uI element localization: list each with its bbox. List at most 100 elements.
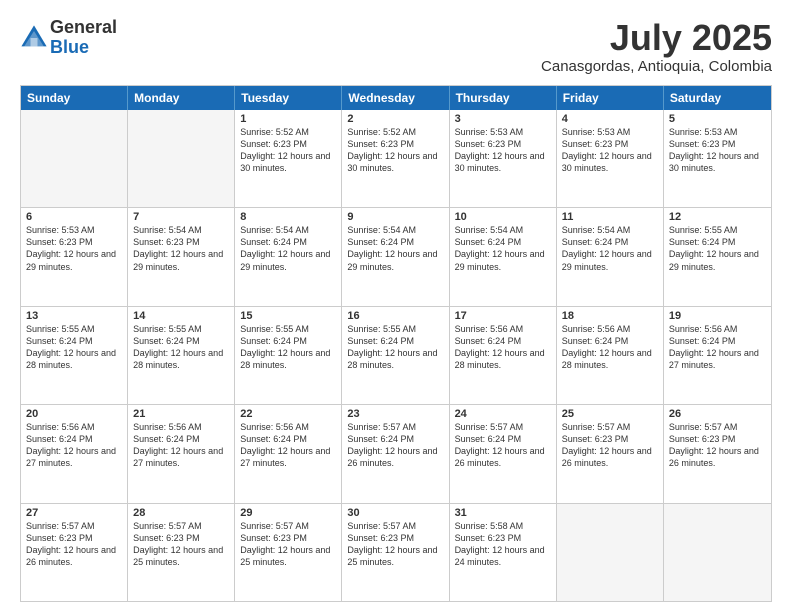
day-number: 2 [347,113,443,125]
calendar-cell-27: 27Sunrise: 5:57 AM Sunset: 6:23 PM Dayli… [21,504,128,601]
cell-info: Sunrise: 5:54 AM Sunset: 6:24 PM Dayligh… [240,224,336,273]
cell-info: Sunrise: 5:58 AM Sunset: 6:23 PM Dayligh… [455,520,551,569]
calendar-cell-21: 21Sunrise: 5:56 AM Sunset: 6:24 PM Dayli… [128,405,235,502]
header: General Blue July 2025 Canasgordas, Anti… [20,18,772,75]
day-number: 26 [669,408,766,420]
calendar-week-4: 20Sunrise: 5:56 AM Sunset: 6:24 PM Dayli… [21,405,771,503]
calendar-cell-10: 10Sunrise: 5:54 AM Sunset: 6:24 PM Dayli… [450,208,557,305]
calendar-cell-20: 20Sunrise: 5:56 AM Sunset: 6:24 PM Dayli… [21,405,128,502]
cell-info: Sunrise: 5:57 AM Sunset: 6:23 PM Dayligh… [347,520,443,569]
logo-text: General Blue [50,18,117,58]
day-number: 12 [669,211,766,223]
day-number: 11 [562,211,658,223]
day-number: 19 [669,310,766,322]
cell-info: Sunrise: 5:53 AM Sunset: 6:23 PM Dayligh… [562,126,658,175]
calendar-cell-17: 17Sunrise: 5:56 AM Sunset: 6:24 PM Dayli… [450,307,557,404]
day-number: 9 [347,211,443,223]
cell-info: Sunrise: 5:57 AM Sunset: 6:24 PM Dayligh… [455,421,551,470]
cell-info: Sunrise: 5:53 AM Sunset: 6:23 PM Dayligh… [455,126,551,175]
cell-info: Sunrise: 5:54 AM Sunset: 6:23 PM Dayligh… [133,224,229,273]
cell-info: Sunrise: 5:57 AM Sunset: 6:23 PM Dayligh… [133,520,229,569]
calendar-header-row: SundayMondayTuesdayWednesdayThursdayFrid… [21,86,771,110]
logo-blue-text: Blue [50,38,117,58]
day-number: 3 [455,113,551,125]
calendar-cell-14: 14Sunrise: 5:55 AM Sunset: 6:24 PM Dayli… [128,307,235,404]
calendar-cell-22: 22Sunrise: 5:56 AM Sunset: 6:24 PM Dayli… [235,405,342,502]
calendar-cell-29: 29Sunrise: 5:57 AM Sunset: 6:23 PM Dayli… [235,504,342,601]
cell-info: Sunrise: 5:54 AM Sunset: 6:24 PM Dayligh… [562,224,658,273]
cell-info: Sunrise: 5:55 AM Sunset: 6:24 PM Dayligh… [26,323,122,372]
calendar-header-wednesday: Wednesday [342,86,449,110]
cell-info: Sunrise: 5:56 AM Sunset: 6:24 PM Dayligh… [240,421,336,470]
cell-info: Sunrise: 5:57 AM Sunset: 6:24 PM Dayligh… [347,421,443,470]
cell-info: Sunrise: 5:56 AM Sunset: 6:24 PM Dayligh… [669,323,766,372]
cell-info: Sunrise: 5:52 AM Sunset: 6:23 PM Dayligh… [347,126,443,175]
cell-info: Sunrise: 5:57 AM Sunset: 6:23 PM Dayligh… [240,520,336,569]
cell-info: Sunrise: 5:56 AM Sunset: 6:24 PM Dayligh… [455,323,551,372]
calendar-week-5: 27Sunrise: 5:57 AM Sunset: 6:23 PM Dayli… [21,504,771,601]
cell-info: Sunrise: 5:56 AM Sunset: 6:24 PM Dayligh… [133,421,229,470]
calendar: SundayMondayTuesdayWednesdayThursdayFrid… [20,85,772,602]
day-number: 5 [669,113,766,125]
cell-info: Sunrise: 5:56 AM Sunset: 6:24 PM Dayligh… [562,323,658,372]
cell-info: Sunrise: 5:53 AM Sunset: 6:23 PM Dayligh… [669,126,766,175]
calendar-cell-25: 25Sunrise: 5:57 AM Sunset: 6:23 PM Dayli… [557,405,664,502]
calendar-cell-1: 1Sunrise: 5:52 AM Sunset: 6:23 PM Daylig… [235,110,342,207]
calendar-header-saturday: Saturday [664,86,771,110]
calendar-week-2: 6Sunrise: 5:53 AM Sunset: 6:23 PM Daylig… [21,208,771,306]
calendar-cell-8: 8Sunrise: 5:54 AM Sunset: 6:24 PM Daylig… [235,208,342,305]
cell-info: Sunrise: 5:57 AM Sunset: 6:23 PM Dayligh… [26,520,122,569]
day-number: 30 [347,507,443,519]
calendar-cell-empty-4-5 [557,504,664,601]
calendar-header-monday: Monday [128,86,235,110]
day-number: 25 [562,408,658,420]
day-number: 7 [133,211,229,223]
logo: General Blue [20,18,117,58]
day-number: 6 [26,211,122,223]
day-number: 18 [562,310,658,322]
calendar-cell-12: 12Sunrise: 5:55 AM Sunset: 6:24 PM Dayli… [664,208,771,305]
calendar-cell-16: 16Sunrise: 5:55 AM Sunset: 6:24 PM Dayli… [342,307,449,404]
cell-info: Sunrise: 5:55 AM Sunset: 6:24 PM Dayligh… [240,323,336,372]
calendar-cell-19: 19Sunrise: 5:56 AM Sunset: 6:24 PM Dayli… [664,307,771,404]
cell-info: Sunrise: 5:54 AM Sunset: 6:24 PM Dayligh… [347,224,443,273]
calendar-cell-15: 15Sunrise: 5:55 AM Sunset: 6:24 PM Dayli… [235,307,342,404]
calendar-cell-7: 7Sunrise: 5:54 AM Sunset: 6:23 PM Daylig… [128,208,235,305]
calendar-cell-3: 3Sunrise: 5:53 AM Sunset: 6:23 PM Daylig… [450,110,557,207]
calendar-cell-empty-0-0 [21,110,128,207]
day-number: 24 [455,408,551,420]
calendar-cell-23: 23Sunrise: 5:57 AM Sunset: 6:24 PM Dayli… [342,405,449,502]
calendar-cell-30: 30Sunrise: 5:57 AM Sunset: 6:23 PM Dayli… [342,504,449,601]
page: General Blue July 2025 Canasgordas, Anti… [0,0,792,612]
calendar-cell-13: 13Sunrise: 5:55 AM Sunset: 6:24 PM Dayli… [21,307,128,404]
day-number: 13 [26,310,122,322]
calendar-cell-24: 24Sunrise: 5:57 AM Sunset: 6:24 PM Dayli… [450,405,557,502]
calendar-cell-empty-4-6 [664,504,771,601]
day-number: 17 [455,310,551,322]
cell-info: Sunrise: 5:56 AM Sunset: 6:24 PM Dayligh… [26,421,122,470]
calendar-cell-6: 6Sunrise: 5:53 AM Sunset: 6:23 PM Daylig… [21,208,128,305]
logo-general-text: General [50,18,117,38]
calendar-cell-26: 26Sunrise: 5:57 AM Sunset: 6:23 PM Dayli… [664,405,771,502]
cell-info: Sunrise: 5:57 AM Sunset: 6:23 PM Dayligh… [562,421,658,470]
day-number: 8 [240,211,336,223]
day-number: 14 [133,310,229,322]
day-number: 29 [240,507,336,519]
location-title: Canasgordas, Antioquia, Colombia [541,58,772,75]
day-number: 16 [347,310,443,322]
cell-info: Sunrise: 5:54 AM Sunset: 6:24 PM Dayligh… [455,224,551,273]
calendar-cell-31: 31Sunrise: 5:58 AM Sunset: 6:23 PM Dayli… [450,504,557,601]
day-number: 20 [26,408,122,420]
day-number: 21 [133,408,229,420]
calendar-cell-11: 11Sunrise: 5:54 AM Sunset: 6:24 PM Dayli… [557,208,664,305]
cell-info: Sunrise: 5:55 AM Sunset: 6:24 PM Dayligh… [133,323,229,372]
calendar-cell-4: 4Sunrise: 5:53 AM Sunset: 6:23 PM Daylig… [557,110,664,207]
calendar-week-1: 1Sunrise: 5:52 AM Sunset: 6:23 PM Daylig… [21,110,771,208]
calendar-header-sunday: Sunday [21,86,128,110]
day-number: 22 [240,408,336,420]
calendar-cell-18: 18Sunrise: 5:56 AM Sunset: 6:24 PM Dayli… [557,307,664,404]
cell-info: Sunrise: 5:55 AM Sunset: 6:24 PM Dayligh… [347,323,443,372]
day-number: 10 [455,211,551,223]
calendar-cell-5: 5Sunrise: 5:53 AM Sunset: 6:23 PM Daylig… [664,110,771,207]
calendar-cell-9: 9Sunrise: 5:54 AM Sunset: 6:24 PM Daylig… [342,208,449,305]
